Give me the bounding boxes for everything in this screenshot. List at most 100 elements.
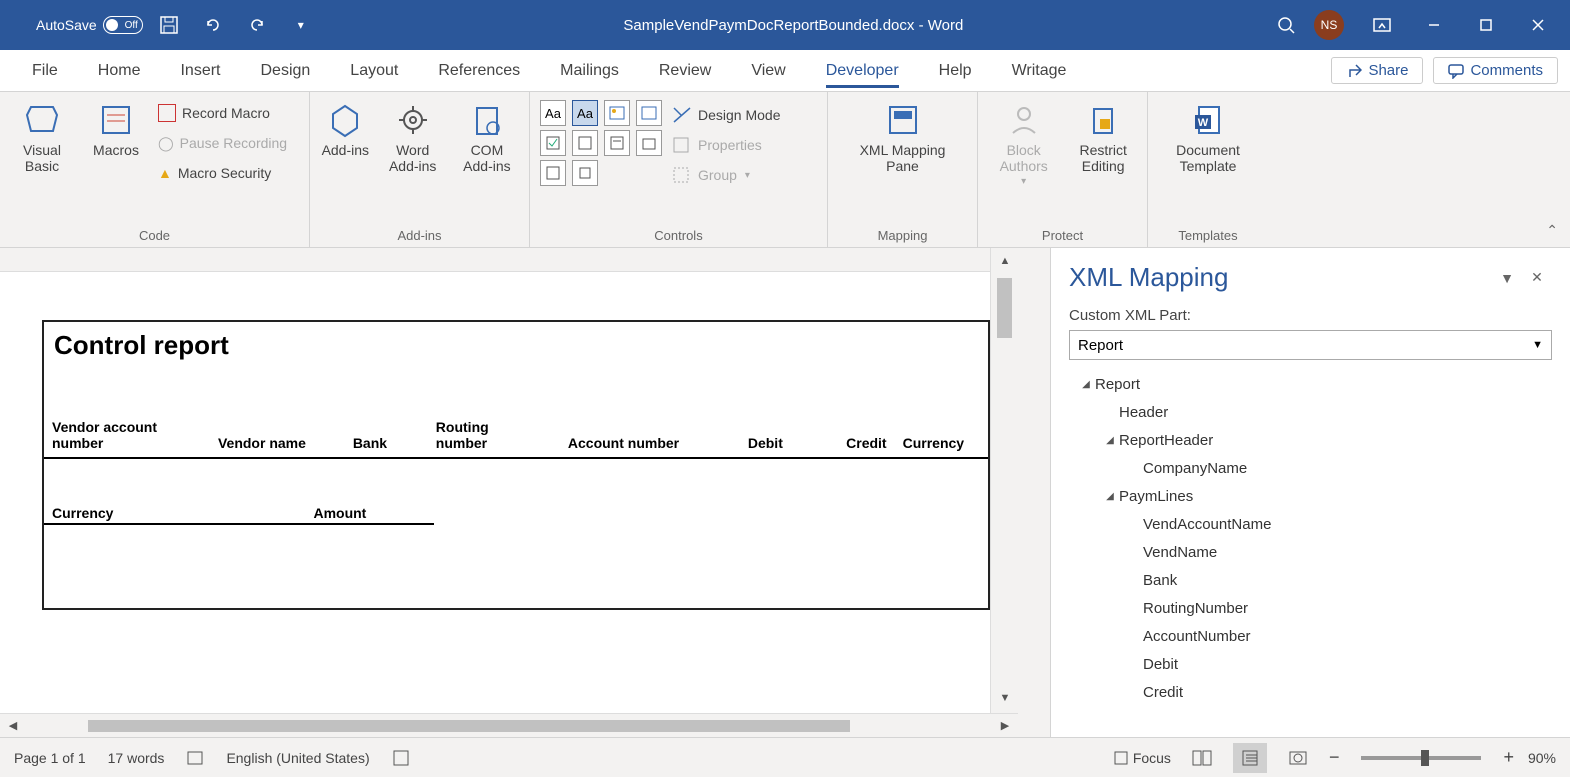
tree-node-header[interactable]: Header bbox=[1069, 398, 1552, 426]
page-indicator[interactable]: Page 1 of 1 bbox=[14, 750, 86, 766]
collapse-ribbon-icon[interactable]: ⌃ bbox=[1546, 222, 1558, 239]
web-layout-icon[interactable] bbox=[1281, 743, 1315, 773]
comments-button[interactable]: Comments bbox=[1433, 57, 1558, 84]
minimize-icon[interactable] bbox=[1410, 9, 1458, 41]
share-button[interactable]: Share bbox=[1331, 57, 1423, 84]
ribbon-display-icon[interactable] bbox=[1358, 9, 1406, 41]
print-layout-icon[interactable] bbox=[1233, 743, 1267, 773]
word-addins-button[interactable]: Word Add-ins bbox=[381, 96, 445, 174]
horizontal-scrollbar[interactable]: ◀ ▶ bbox=[0, 713, 1018, 737]
save-icon[interactable] bbox=[151, 7, 187, 43]
user-avatar[interactable]: NS bbox=[1314, 10, 1344, 40]
word-count[interactable]: 17 words bbox=[108, 750, 165, 766]
xml-mapping-button[interactable]: XML Mapping Pane bbox=[843, 96, 963, 174]
close-icon[interactable] bbox=[1514, 9, 1562, 41]
qat-customize-icon[interactable]: ▾ bbox=[283, 7, 319, 43]
tab-developer[interactable]: Developer bbox=[806, 50, 919, 92]
tab-view[interactable]: View bbox=[731, 50, 805, 92]
record-icon bbox=[158, 104, 176, 122]
tree-node-reportheader[interactable]: ◢ReportHeader bbox=[1069, 426, 1552, 454]
addins-button[interactable]: Add-ins bbox=[320, 96, 371, 158]
zoom-level[interactable]: 90% bbox=[1528, 750, 1556, 766]
picture-control-icon[interactable] bbox=[604, 100, 630, 126]
combobox-control-icon[interactable] bbox=[572, 130, 598, 156]
scroll-right-icon[interactable]: ▶ bbox=[992, 719, 1018, 732]
scroll-thumb[interactable] bbox=[997, 278, 1012, 338]
legacy-tools-icon[interactable] bbox=[572, 160, 598, 186]
datepicker-control-icon[interactable] bbox=[636, 130, 662, 156]
tab-file[interactable]: File bbox=[12, 50, 78, 92]
scroll-up-icon[interactable]: ▲ bbox=[991, 248, 1019, 274]
pane-splitter[interactable] bbox=[1018, 248, 1050, 737]
read-mode-icon[interactable] bbox=[1185, 743, 1219, 773]
document-canvas[interactable]: Control report Vendor account number Ven… bbox=[0, 248, 1018, 737]
macros-button[interactable]: Macros bbox=[84, 96, 148, 158]
document-template-button[interactable]: W Document Template bbox=[1158, 96, 1258, 174]
group-label-templates: Templates bbox=[1158, 228, 1258, 245]
tab-home[interactable]: Home bbox=[78, 50, 161, 92]
sub-currency: Currency bbox=[52, 505, 113, 521]
properties-button: Properties bbox=[672, 132, 781, 158]
word-doc-icon: W bbox=[1188, 100, 1228, 140]
window-title: SampleVendPaymDocReportBounded.docx - Wo… bbox=[319, 17, 1268, 34]
tree-node-routingnumber[interactable]: RoutingNumber bbox=[1069, 594, 1552, 622]
plain-text-control-icon[interactable]: Aa bbox=[572, 100, 598, 126]
tab-insert[interactable]: Insert bbox=[160, 50, 240, 92]
rich-text-control-icon[interactable]: Aa bbox=[540, 100, 566, 126]
scroll-down-icon[interactable]: ▼ bbox=[991, 685, 1019, 711]
status-bar: Page 1 of 1 17 words English (United Sta… bbox=[0, 737, 1570, 777]
col-debit: Debit bbox=[687, 415, 791, 458]
undo-icon[interactable] bbox=[195, 7, 231, 43]
tab-review[interactable]: Review bbox=[639, 50, 731, 92]
tree-node-companyname[interactable]: CompanyName bbox=[1069, 454, 1552, 482]
scroll-left-icon[interactable]: ◀ bbox=[0, 719, 26, 732]
redo-icon[interactable] bbox=[239, 7, 275, 43]
zoom-slider[interactable] bbox=[1361, 756, 1481, 760]
maximize-icon[interactable] bbox=[1462, 9, 1510, 41]
pane-close-icon[interactable]: ✕ bbox=[1522, 263, 1552, 293]
tab-references[interactable]: References bbox=[418, 50, 540, 92]
tree-node-report[interactable]: ◢Report bbox=[1069, 370, 1552, 398]
restrict-editing-button[interactable]: Restrict Editing bbox=[1069, 96, 1137, 174]
custom-xml-select[interactable]: Report ▼ bbox=[1069, 330, 1552, 360]
building-block-control-icon[interactable] bbox=[636, 100, 662, 126]
tree-node-accountnumber[interactable]: AccountNumber bbox=[1069, 622, 1552, 650]
ribbon: Visual Basic Macros Record Macro ◯Pause … bbox=[0, 92, 1570, 248]
vertical-scrollbar[interactable]: ▲ ▼ bbox=[990, 248, 1018, 737]
tree-node-credit[interactable]: Credit bbox=[1069, 678, 1552, 706]
focus-mode-button[interactable]: Focus bbox=[1113, 750, 1171, 766]
dropdown-control-icon[interactable] bbox=[604, 130, 630, 156]
tree-node-paymlines[interactable]: ◢PaymLines bbox=[1069, 482, 1552, 510]
zoom-in-button[interactable]: + bbox=[1503, 747, 1514, 768]
tab-mailings[interactable]: Mailings bbox=[540, 50, 639, 92]
proofing-icon[interactable] bbox=[186, 749, 204, 767]
language-indicator[interactable]: English (United States) bbox=[226, 750, 369, 766]
tab-writage[interactable]: Writage bbox=[992, 50, 1087, 92]
tab-help[interactable]: Help bbox=[919, 50, 992, 92]
macro-indicator-icon[interactable] bbox=[392, 749, 410, 767]
repeating-section-icon[interactable] bbox=[540, 160, 566, 186]
design-mode-button[interactable]: Design Mode bbox=[672, 102, 781, 128]
document-page[interactable]: Control report Vendor account number Ven… bbox=[42, 320, 990, 610]
tab-design[interactable]: Design bbox=[240, 50, 330, 92]
macro-security-button[interactable]: ▲Macro Security bbox=[158, 160, 287, 186]
record-macro-button[interactable]: Record Macro bbox=[158, 100, 287, 126]
tree-node-vendname[interactable]: VendName bbox=[1069, 538, 1552, 566]
lock-icon bbox=[1083, 100, 1123, 140]
tab-layout[interactable]: Layout bbox=[330, 50, 418, 92]
tree-node-vendaccountname[interactable]: VendAccountName bbox=[1069, 510, 1552, 538]
autosave-control[interactable]: AutoSave Off bbox=[36, 16, 143, 34]
autosave-toggle[interactable]: Off bbox=[103, 16, 143, 34]
tree-node-bank[interactable]: Bank bbox=[1069, 566, 1552, 594]
col-credit: Credit bbox=[791, 415, 895, 458]
zoom-out-button[interactable]: − bbox=[1329, 747, 1340, 768]
pane-options-icon[interactable]: ▼ bbox=[1492, 263, 1522, 293]
group-button: Group▾ bbox=[672, 162, 781, 188]
checkbox-control-icon[interactable] bbox=[540, 130, 566, 156]
search-icon[interactable] bbox=[1268, 7, 1304, 43]
visual-basic-button[interactable]: Visual Basic bbox=[10, 96, 74, 174]
com-addins-button[interactable]: COM Add-ins bbox=[455, 96, 519, 174]
gear-icon bbox=[393, 100, 433, 140]
tree-node-debit[interactable]: Debit bbox=[1069, 650, 1552, 678]
hscroll-thumb[interactable] bbox=[88, 720, 850, 732]
